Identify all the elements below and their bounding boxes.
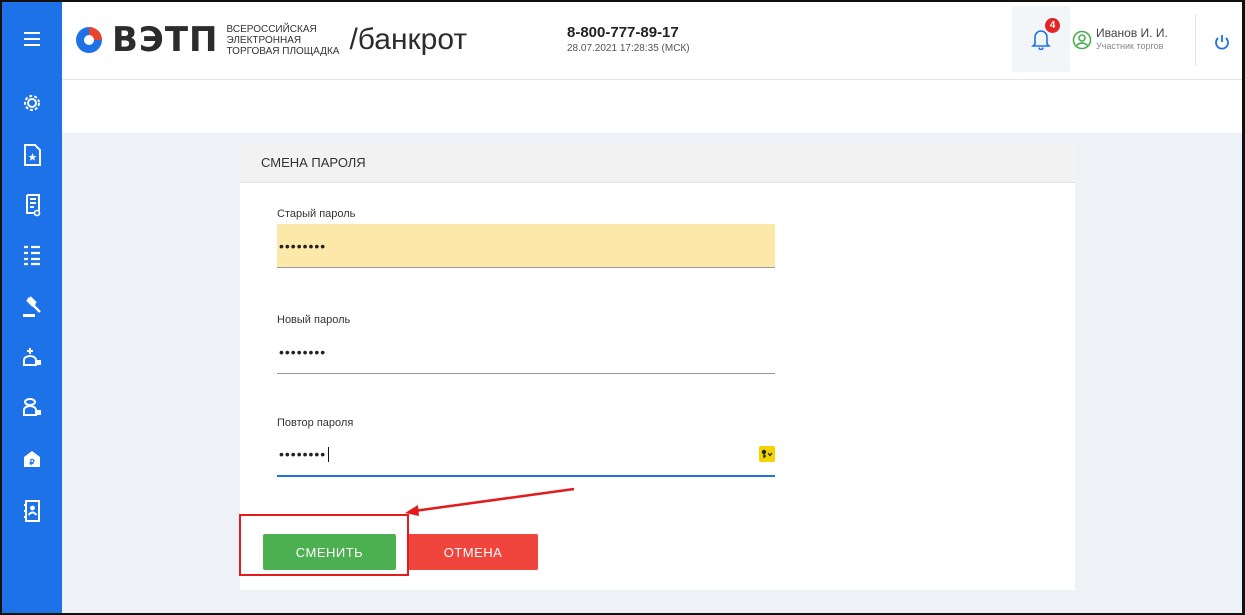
gavel-icon[interactable] (2, 282, 62, 332)
logo[interactable]: ВЭТП ВСЕРОССИЙСКАЯ ЭЛЕКТРОННАЯ ТОРГОВАЯ … (74, 16, 467, 64)
user-profile[interactable]: Иванов И. И. Участник торгов (1072, 24, 1192, 60)
user-avatar-icon (1072, 30, 1092, 50)
password-manager-key-icon[interactable] (759, 446, 775, 462)
change-password-card: СМЕНА ПАРОЛЯ Старый пароль •••••••• Новы… (240, 143, 1075, 590)
logo-subtitle: ВСЕРОССИЙСКАЯ ЭЛЕКТРОННАЯ ТОРГОВАЯ ПЛОЩА… (226, 23, 340, 57)
gear-icon[interactable] (2, 78, 62, 128)
old-password-label: Старый пароль (277, 208, 356, 220)
add-lot-icon[interactable] (2, 332, 62, 382)
power-icon (1215, 35, 1229, 50)
list-icon[interactable] (2, 230, 62, 280)
lot-icon[interactable] (2, 382, 62, 432)
server-datetime: 28.07.2021 17:28:35 (МСК) (567, 43, 690, 54)
repeat-password-value: •••••••• (279, 446, 327, 462)
app-window: ₽ ВЭТП ВСЕРОССИЙСКАЯ ЭЛЕКТРОННАЯ ТОРГОВА… (0, 0, 1245, 615)
old-password-input[interactable]: •••••••• (277, 224, 775, 268)
repeat-password-field: Повтор пароля •••••••• (277, 417, 775, 477)
header: ВЭТП ВСЕРОССИЙСКАЯ ЭЛЕКТРОННАЯ ТОРГОВАЯ … (62, 2, 1242, 80)
old-password-field: Старый пароль •••••••• (277, 208, 775, 268)
cancel-button[interactable]: ОТМЕНА (408, 534, 538, 570)
submit-button[interactable]: СМЕНИТЬ (263, 534, 396, 570)
logo-mark-icon (76, 27, 102, 53)
new-password-label: Новый пароль (277, 314, 351, 326)
divider (1195, 14, 1196, 66)
contacts-icon[interactable] (2, 486, 62, 536)
main-content: СМЕНА ПАРОЛЯ Старый пароль •••••••• Новы… (62, 133, 1242, 613)
new-password-field: Новый пароль •••••••• (277, 314, 775, 374)
menu-icon[interactable] (2, 14, 62, 64)
svg-text:₽: ₽ (29, 458, 34, 467)
sidebar: ₽ (2, 2, 62, 613)
phone-number: 8-800-777-89-17 (567, 24, 679, 41)
scroll-icon[interactable] (2, 180, 62, 230)
notification-count-badge: 4 (1045, 18, 1060, 33)
repeat-password-input[interactable]: •••••••• (277, 433, 775, 477)
section-title: /банкрот (349, 23, 468, 56)
document-star-icon[interactable] (2, 130, 62, 180)
user-role: Участник торгов (1096, 41, 1164, 51)
support-contact: 8-800-777-89-17 28.07.2021 17:28:35 (МСК… (567, 24, 690, 54)
logo-word: ВЭТП (112, 20, 219, 60)
card-title: СМЕНА ПАРОЛЯ (240, 143, 1075, 183)
repeat-password-label: Повтор пароля (277, 417, 354, 429)
notifications-button[interactable]: 4 (1012, 6, 1070, 72)
logout-button[interactable] (1202, 22, 1242, 62)
text-caret (328, 446, 330, 462)
user-name: Иванов И. И. (1096, 26, 1168, 40)
new-password-input[interactable]: •••••••• (277, 330, 775, 374)
wallet-icon[interactable]: ₽ (2, 434, 62, 484)
